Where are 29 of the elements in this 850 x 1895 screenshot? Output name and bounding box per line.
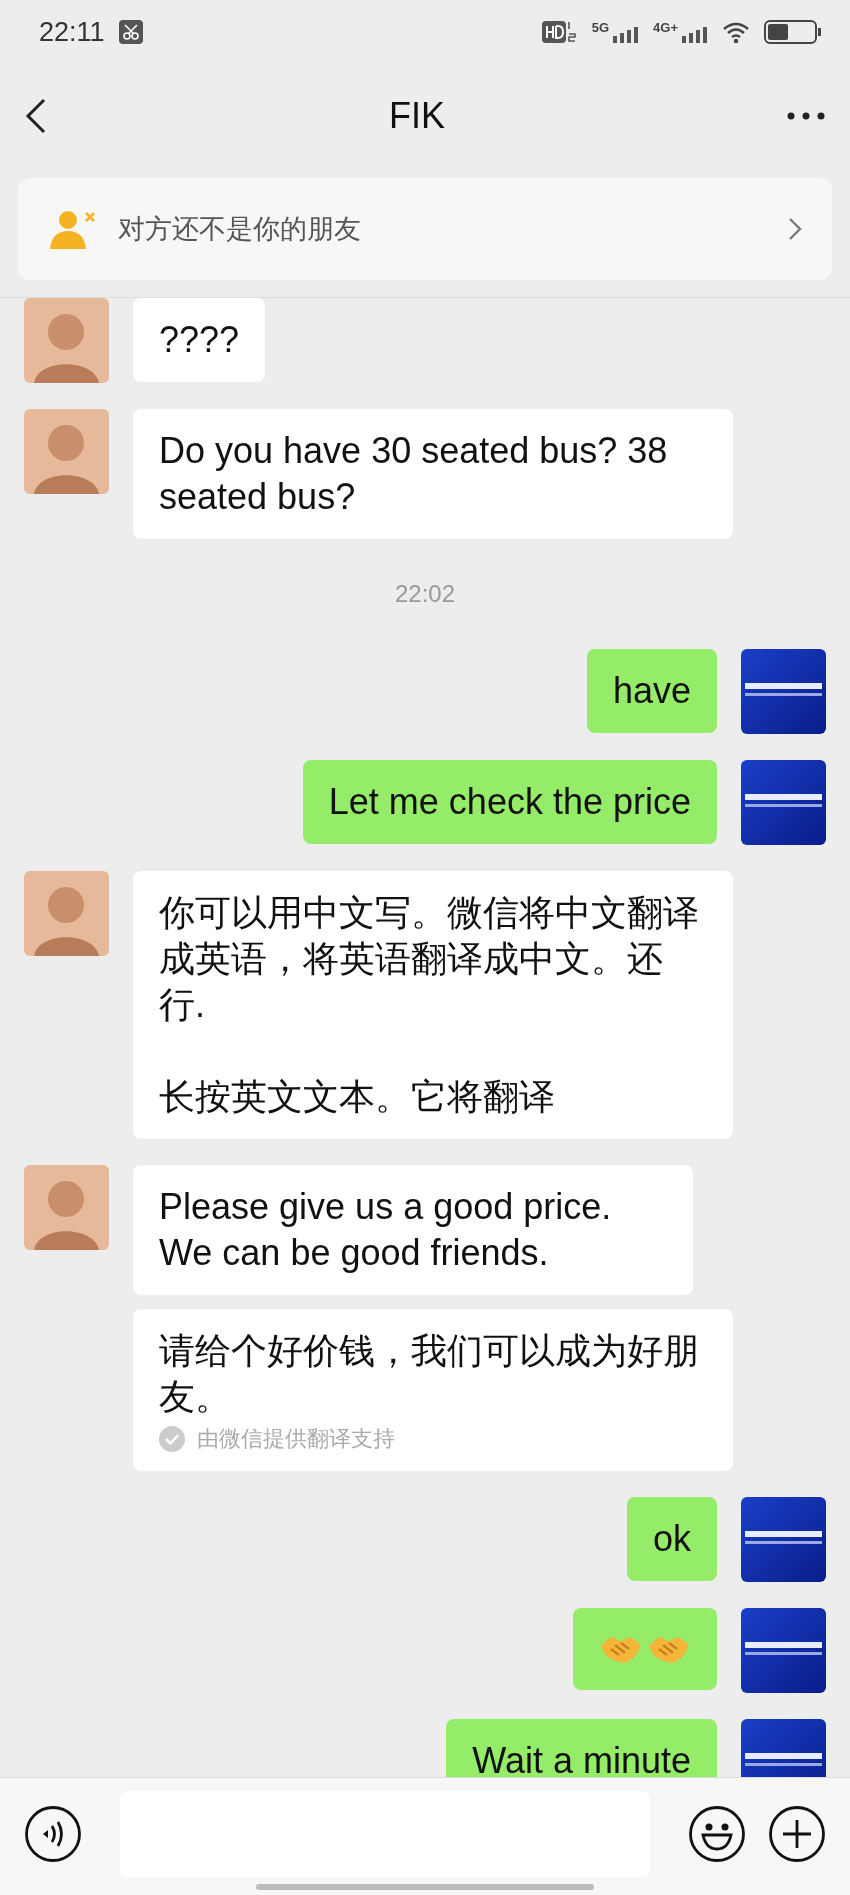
message-bubble[interactable]: Please give us a good price. We can be good friends.	[133, 1165, 693, 1295]
message-bubble[interactable]: have	[586, 649, 717, 733]
message-bubble[interactable]: Wait a minute	[446, 1719, 717, 1777]
message-bubble[interactable]: ok	[626, 1497, 717, 1581]
message-bubble[interactable]: 你可以用中文写。微信将中文翻译成英语，将英语翻译成中文。还行. 长按英文文本。它将翻译	[133, 871, 733, 1139]
voice-icon[interactable]	[24, 1804, 82, 1863]
translation-note: 由微信提供翻译支持	[197, 1425, 395, 1453]
chevron-right-icon	[788, 217, 802, 241]
message-bubble[interactable]: Let me check the price	[302, 760, 717, 844]
notice-text: 对方还不是你的朋友	[118, 213, 362, 246]
clock: 22:11	[39, 16, 105, 48]
network-label: 5G	[591, 20, 610, 35]
translation-text: 请给个好价钱，我们可以成为好朋友。	[159, 1329, 700, 1419]
chat-title: FIK	[388, 95, 446, 137]
check-icon	[159, 1426, 185, 1452]
back-icon[interactable]	[24, 97, 48, 135]
emoji-icon[interactable]	[688, 1804, 746, 1863]
more-icon[interactable]	[786, 111, 826, 121]
timestamp: 22:02	[393, 579, 457, 609]
wifi-icon	[722, 20, 750, 44]
person-cross-icon	[50, 209, 96, 249]
message-bubble[interactable]: Do you have 30 seated bus? 38 seated bus?	[133, 409, 733, 539]
plus-icon[interactable]	[768, 1804, 826, 1863]
message-bubble[interactable]: ????	[133, 298, 266, 382]
friend-notice-banner[interactable]: 对方还不是你的朋友	[18, 178, 832, 280]
network-label: 4G+	[653, 20, 678, 35]
hd-icon	[541, 19, 578, 45]
battery-icon	[764, 19, 822, 45]
scissors-icon	[118, 20, 143, 44]
